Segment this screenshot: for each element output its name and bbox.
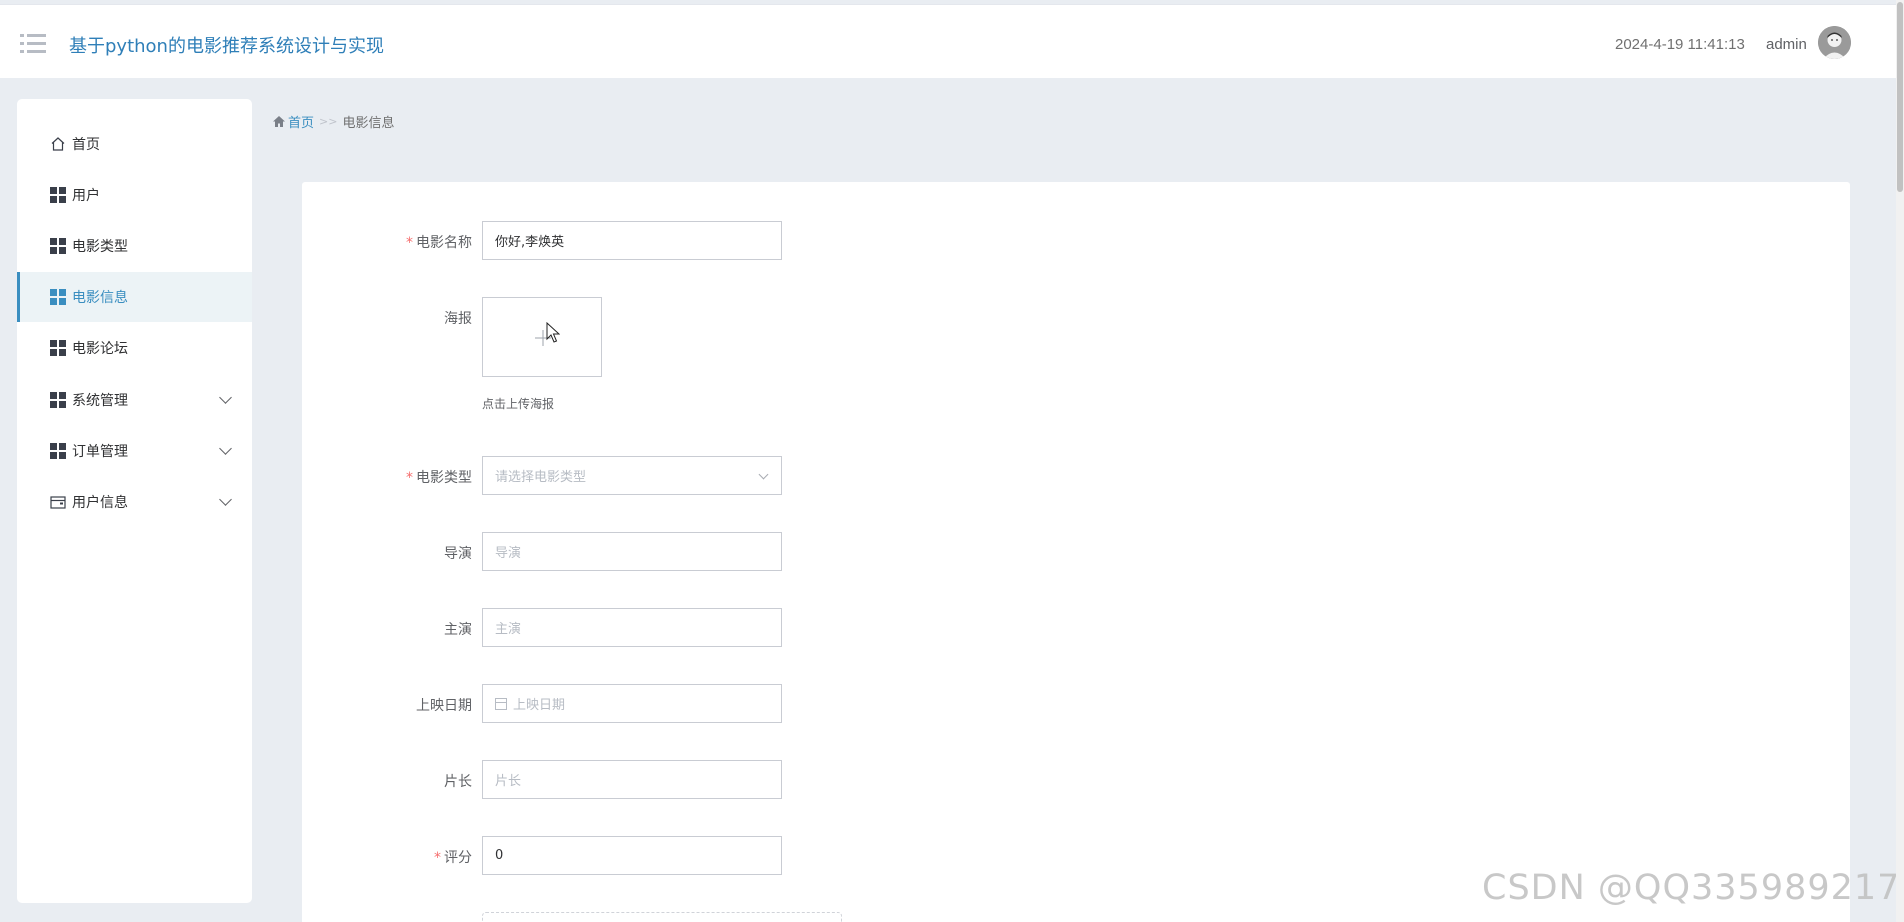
sidebar: 首页 用户 电影类型 电影信息 电影论坛 系统管理 订单管理 用户信息 bbox=[17, 99, 252, 903]
top-header: 基于python的电影推荐系统设计与实现 2024-4-19 11:41:13 … bbox=[0, 4, 1904, 78]
breadcrumb: 首页 >> 电影信息 bbox=[273, 112, 394, 131]
sidebar-item-label: 电影信息 bbox=[72, 290, 128, 306]
movie-name-input[interactable]: 你好,李焕英 bbox=[482, 221, 782, 260]
sidebar-item-label: 首页 bbox=[72, 137, 100, 153]
sidebar-item-label: 系统管理 bbox=[72, 393, 128, 409]
poster-upload-button[interactable] bbox=[482, 297, 602, 377]
wallet-icon bbox=[50, 496, 66, 509]
user-avatar-icon[interactable] bbox=[1818, 26, 1851, 59]
next-field-box[interactable] bbox=[482, 912, 842, 922]
sidebar-item-system-management[interactable]: 系统管理 bbox=[17, 375, 252, 425]
sidebar-item-movie-forum[interactable]: 电影论坛 bbox=[17, 323, 252, 373]
grid-icon bbox=[50, 340, 66, 356]
required-mark: * bbox=[406, 470, 413, 486]
watermark: CSDN @QQ3359892174 bbox=[1482, 868, 1904, 908]
plus-icon bbox=[535, 330, 551, 346]
home-icon bbox=[51, 137, 65, 151]
movie-type-placeholder: 请选择电影类型 bbox=[495, 470, 587, 485]
grid-icon bbox=[50, 187, 66, 203]
movie-type-label: * 电影类型 bbox=[406, 470, 472, 486]
breadcrumb-current: 电影信息 bbox=[342, 116, 395, 131]
home-icon bbox=[273, 116, 285, 127]
sidebar-item-label: 电影论坛 bbox=[72, 341, 128, 357]
rating-input[interactable]: 0 bbox=[482, 836, 782, 875]
chevron-down-icon bbox=[219, 493, 232, 506]
director-input[interactable]: 导演 bbox=[482, 532, 782, 571]
sidebar-item-movie-info[interactable]: 电影信息 bbox=[17, 272, 252, 322]
grid-icon bbox=[50, 238, 66, 254]
sidebar-item-label: 用户信息 bbox=[72, 495, 128, 511]
username-label[interactable]: admin bbox=[1766, 36, 1807, 53]
sidebar-item-label: 电影类型 bbox=[72, 239, 128, 255]
sidebar-item-label: 用户 bbox=[72, 188, 100, 204]
breadcrumb-separator: >> bbox=[319, 115, 338, 128]
chevron-down-icon bbox=[219, 442, 232, 455]
mouse-cursor-icon bbox=[546, 322, 560, 343]
grid-icon bbox=[50, 443, 66, 459]
page-scrollbar[interactable] bbox=[1896, 0, 1904, 922]
release-date-label: 上映日期 bbox=[416, 698, 472, 714]
chevron-down-icon bbox=[219, 391, 232, 404]
poster-upload-tip: 点击上传海报 bbox=[482, 397, 555, 411]
scrollbar-thumb[interactable] bbox=[1897, 2, 1903, 192]
sidebar-item-movie-types[interactable]: 电影类型 bbox=[17, 221, 252, 271]
actors-input[interactable]: 主演 bbox=[482, 608, 782, 647]
chevron-down-icon bbox=[758, 469, 769, 480]
movie-name-label: * 电影名称 bbox=[406, 235, 472, 251]
required-mark: * bbox=[434, 850, 441, 866]
rating-label: * 评分 bbox=[434, 850, 472, 866]
duration-input[interactable]: 片长 bbox=[482, 760, 782, 799]
sidebar-item-home[interactable]: 首页 bbox=[17, 119, 252, 169]
calendar-icon bbox=[495, 697, 507, 710]
movie-type-select[interactable]: 请选择电影类型 bbox=[482, 456, 782, 495]
sidebar-item-users[interactable]: 用户 bbox=[17, 170, 252, 220]
movie-form-card: * 电影名称 你好,李焕英 海报 点击上传海报 * 电影类型 请选择电影类型 导演 … bbox=[302, 182, 1850, 922]
sidebar-item-label: 订单管理 bbox=[72, 444, 128, 460]
actors-label: 主演 bbox=[444, 622, 472, 638]
director-label: 导演 bbox=[444, 546, 472, 562]
breadcrumb-home-label: 首页 bbox=[288, 116, 315, 131]
release-date-picker[interactable]: 上映日期 bbox=[482, 684, 782, 723]
duration-label: 片长 bbox=[444, 774, 472, 790]
current-datetime: 2024-4-19 11:41:13 bbox=[1615, 36, 1745, 53]
poster-label: 海报 bbox=[444, 311, 472, 327]
list-menu-icon[interactable] bbox=[20, 33, 48, 55]
sidebar-item-user-info[interactable]: 用户信息 bbox=[17, 477, 252, 527]
app-title: 基于python的电影推荐系统设计与实现 bbox=[69, 36, 384, 57]
sidebar-item-order-management[interactable]: 订单管理 bbox=[17, 426, 252, 476]
grid-icon bbox=[50, 392, 66, 408]
release-date-placeholder: 上映日期 bbox=[513, 698, 566, 713]
required-mark: * bbox=[406, 235, 413, 251]
grid-icon bbox=[50, 289, 66, 305]
breadcrumb-home[interactable]: 首页 bbox=[273, 112, 314, 131]
